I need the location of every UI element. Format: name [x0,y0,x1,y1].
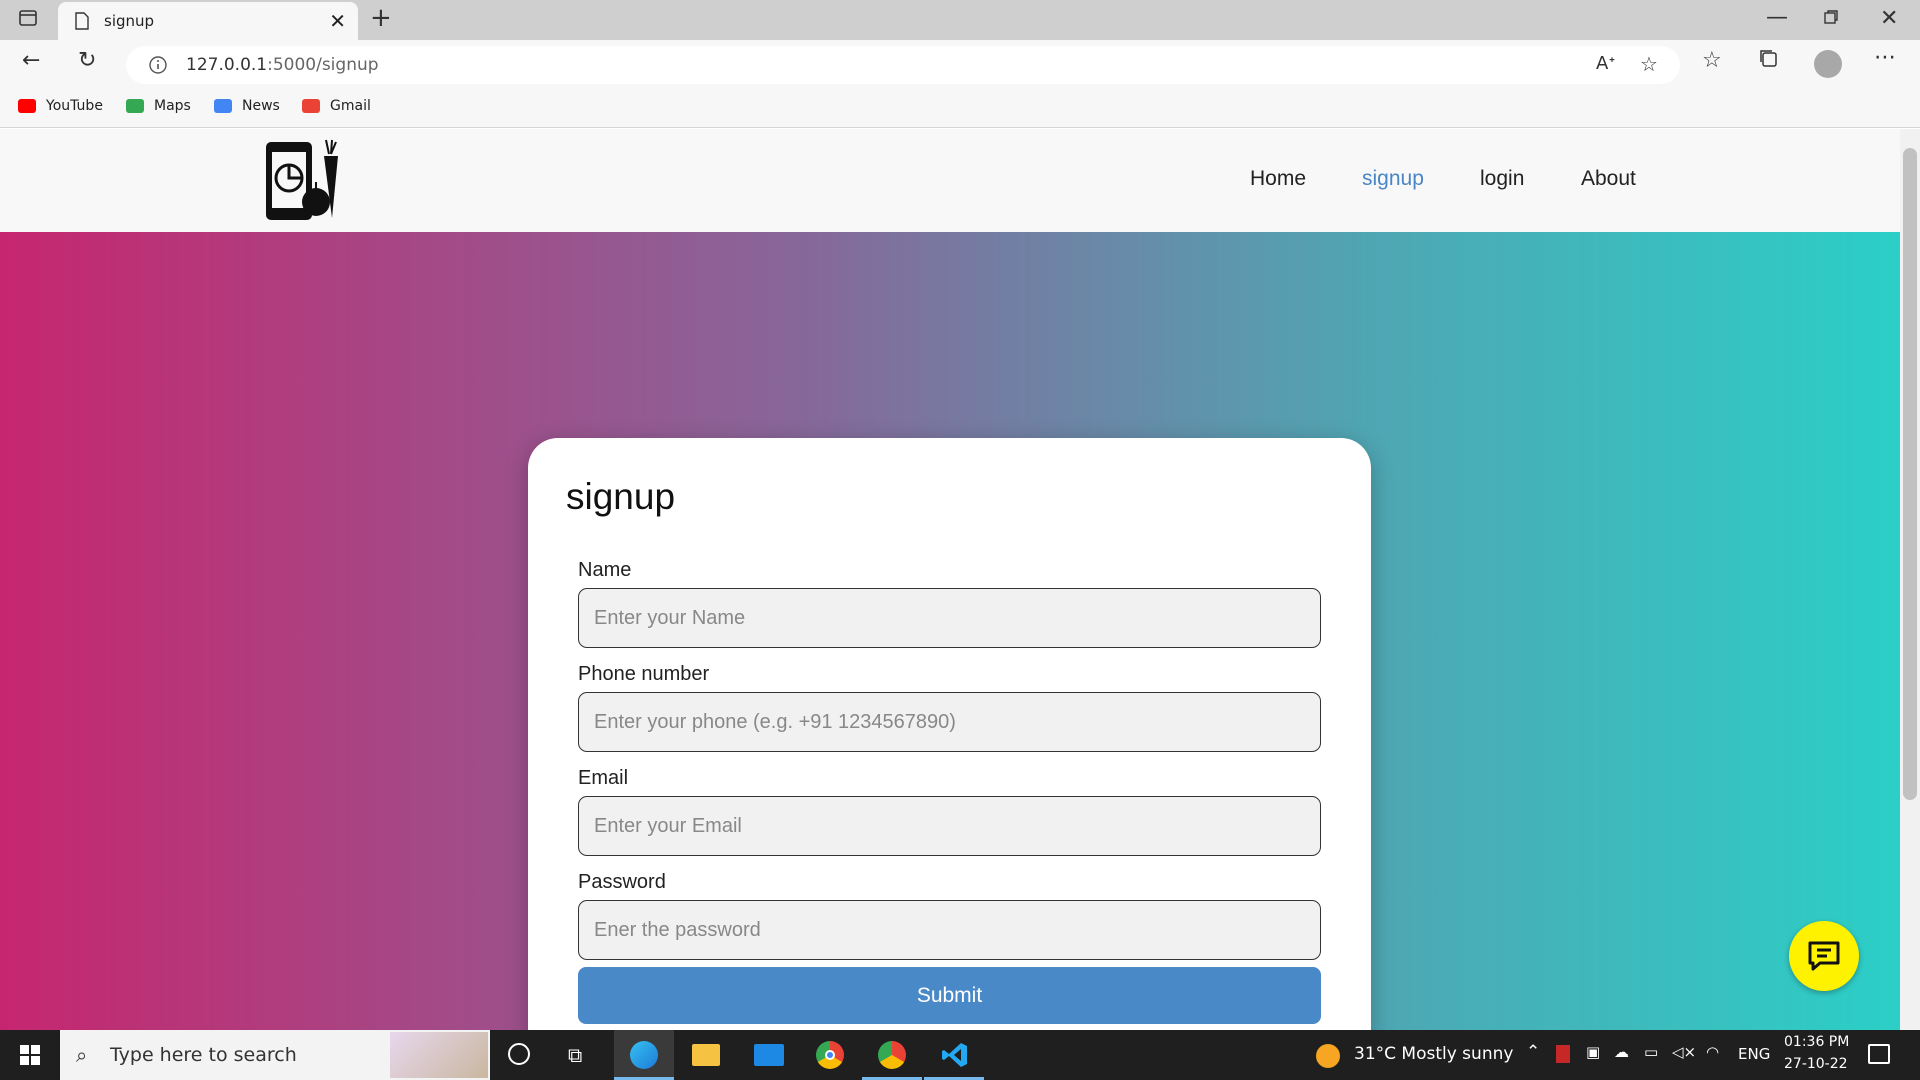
taskbar-mail[interactable] [738,1030,798,1080]
tray-expand-icon[interactable]: ⌃ [1526,1042,1540,1062]
tab-actions-icon[interactable] [18,8,38,34]
youtube-icon [18,99,36,113]
name-label: Name [578,559,632,581]
nav-link-home[interactable]: Home [1250,167,1306,191]
page-viewport: Home signup login About signup Name Phon… [0,129,1900,1030]
more-menu-icon[interactable]: ⋯ [1874,46,1896,70]
site-logo[interactable] [264,138,348,226]
nav-link-about[interactable]: About [1581,167,1636,191]
taskbar-edge[interactable] [614,1030,674,1080]
volume-icon[interactable]: ◁× [1672,1043,1696,1061]
clock-time[interactable]: 01:36 PM [1784,1034,1849,1050]
bookmark-news[interactable]: News [214,96,280,116]
bookmark-youtube[interactable]: YouTube [18,96,103,116]
meet-now-icon[interactable]: ▣ [1586,1043,1600,1061]
password-label: Password [578,871,666,893]
mcafee-icon[interactable] [1556,1045,1570,1063]
edge-icon [630,1041,658,1069]
tab-title: signup [104,12,155,30]
scrollbar-thumb[interactable] [1903,148,1917,800]
wifi-icon[interactable]: ◠ [1706,1043,1719,1061]
phone-label: Phone number [578,663,710,685]
bookmark-maps[interactable]: Maps [126,96,191,116]
chrome-icon-center [825,1050,835,1060]
url-text: 127.0.0.1:5000/signup [186,55,379,75]
windows-start-icon[interactable] [20,1045,40,1069]
submit-button[interactable]: Submit [578,967,1321,1024]
bookmark-label: Maps [154,98,191,114]
taskbar-chrome[interactable] [800,1030,860,1080]
clock-date[interactable]: 27-10-22 [1784,1056,1848,1072]
task-view-icon[interactable]: ⧉ [568,1043,582,1067]
taskbar-file-explorer[interactable] [676,1030,736,1080]
url-path: :5000/signup [267,55,379,75]
name-input[interactable] [578,588,1321,648]
search-placeholder: Type here to search [110,1044,297,1066]
minimize-icon[interactable]: — [1766,6,1788,30]
add-favorite-icon[interactable]: ☆ [1640,52,1658,76]
page-icon [74,12,90,34]
password-input[interactable] [578,900,1321,960]
back-icon[interactable]: ← [22,49,40,73]
tab-signup[interactable]: signup ✕ [58,2,358,40]
search-icon: ⌕ [76,1043,88,1067]
browser-toolbar: ← ↻ 127.0.0.1:5000/signup Aᐩ ☆ ☆ ⋯ YouTu… [0,40,1920,128]
restore-icon[interactable] [1823,7,1839,31]
url-host: 127.0.0.1 [186,55,268,75]
nav-link-signup[interactable]: signup [1362,167,1424,191]
new-tab-icon[interactable]: + [370,5,392,31]
taskbar-search[interactable]: ⌕ Type here to search [60,1030,490,1080]
site-navbar: Home signup login About [0,129,1900,232]
windows-taskbar: ⌕ Type here to search ⧉ 31°C Mostly sunn… [0,1030,1920,1080]
google-icon [302,99,320,113]
language-indicator[interactable]: ENG [1738,1045,1770,1063]
site-info-icon[interactable] [148,55,168,79]
mail-icon [754,1044,784,1066]
refresh-icon[interactable]: ↻ [78,49,96,73]
weather-icon [1316,1044,1340,1068]
taskbar-vscode[interactable] [924,1030,984,1080]
bookmark-label: YouTube [46,98,103,114]
read-aloud-icon[interactable]: Aᐩ [1596,52,1615,76]
signup-card: signup Name Phone number Email Password … [528,438,1371,1030]
chat-button[interactable] [1789,921,1859,991]
vscode-icon [942,1042,968,1072]
news-icon [214,99,232,113]
cortana-icon[interactable] [508,1043,530,1065]
nav-link-login[interactable]: login [1480,167,1524,191]
onedrive-icon[interactable]: ☁ [1614,1043,1629,1061]
weather-text[interactable]: 31°C Mostly sunny [1354,1044,1513,1064]
bookmark-gmail[interactable]: Gmail [302,96,371,116]
chat-icon [1806,938,1842,978]
browser-tab-bar: signup ✕ + — ✕ [0,0,1920,40]
close-window-icon[interactable]: ✕ [1880,7,1898,31]
email-label: Email [578,767,629,789]
maps-icon [126,99,144,113]
bookmark-label: Gmail [330,98,371,114]
taskbar-chrome-profile[interactable] [862,1030,922,1080]
bookmark-label: News [242,98,280,114]
folder-icon [692,1044,720,1066]
collections-icon[interactable] [1758,48,1778,74]
chrome-profile-icon [878,1041,906,1069]
email-input[interactable] [578,796,1321,856]
battery-icon[interactable]: ▭ [1644,1043,1658,1061]
address-bar[interactable]: 127.0.0.1:5000/signup Aᐩ ☆ [126,46,1680,84]
tab-close-icon[interactable]: ✕ [329,9,346,33]
profile-avatar[interactable] [1814,50,1842,78]
search-highlight-image [390,1032,488,1078]
favorites-icon[interactable]: ☆ [1702,49,1722,73]
phone-input[interactable] [578,692,1321,752]
notification-icon[interactable] [1868,1044,1890,1064]
form-title: signup [566,476,676,517]
